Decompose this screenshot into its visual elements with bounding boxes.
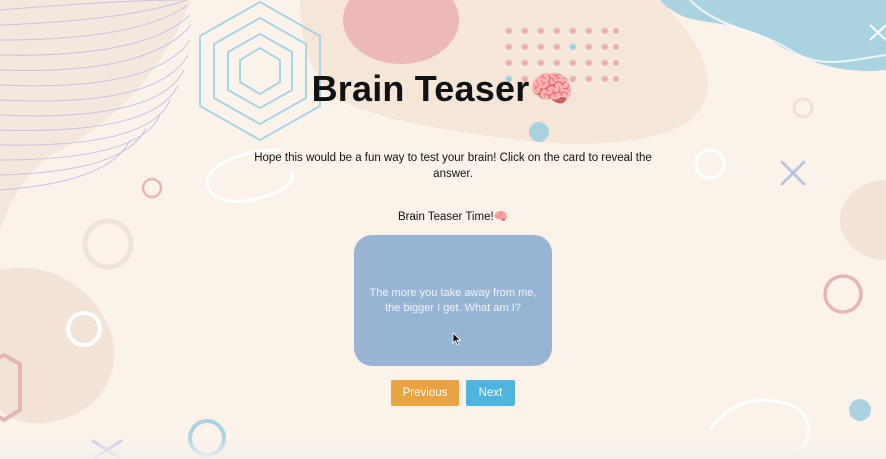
page-title: Brain Teaser🧠	[311, 68, 575, 109]
card-question: The more you take away from me, the bigg…	[369, 286, 537, 314]
bg-dot-blue	[529, 122, 549, 142]
bg-ring-pink-small	[141, 177, 163, 199]
bg-blob-left-bottom	[0, 267, 115, 424]
next-button[interactable]: Next	[466, 380, 515, 406]
bg-ring-white-right	[694, 148, 726, 180]
bg-ring-beige	[82, 218, 134, 270]
section-label: Brain Teaser Time!🧠	[398, 211, 508, 223]
bg-x-mark	[780, 160, 806, 186]
bottom-fade	[0, 437, 886, 459]
flip-card[interactable]: The more you take away from me, the bigg…	[354, 235, 552, 366]
mouse-cursor-icon	[452, 332, 462, 346]
page: Brain Teaser🧠 Hope this would be a fun w…	[0, 0, 886, 459]
bg-ring-pink-right	[823, 274, 863, 314]
bg-dot-blue-right	[849, 399, 871, 421]
page-description: Hope this would be a fun way to test you…	[254, 152, 652, 180]
previous-button[interactable]: Previous	[391, 380, 459, 406]
